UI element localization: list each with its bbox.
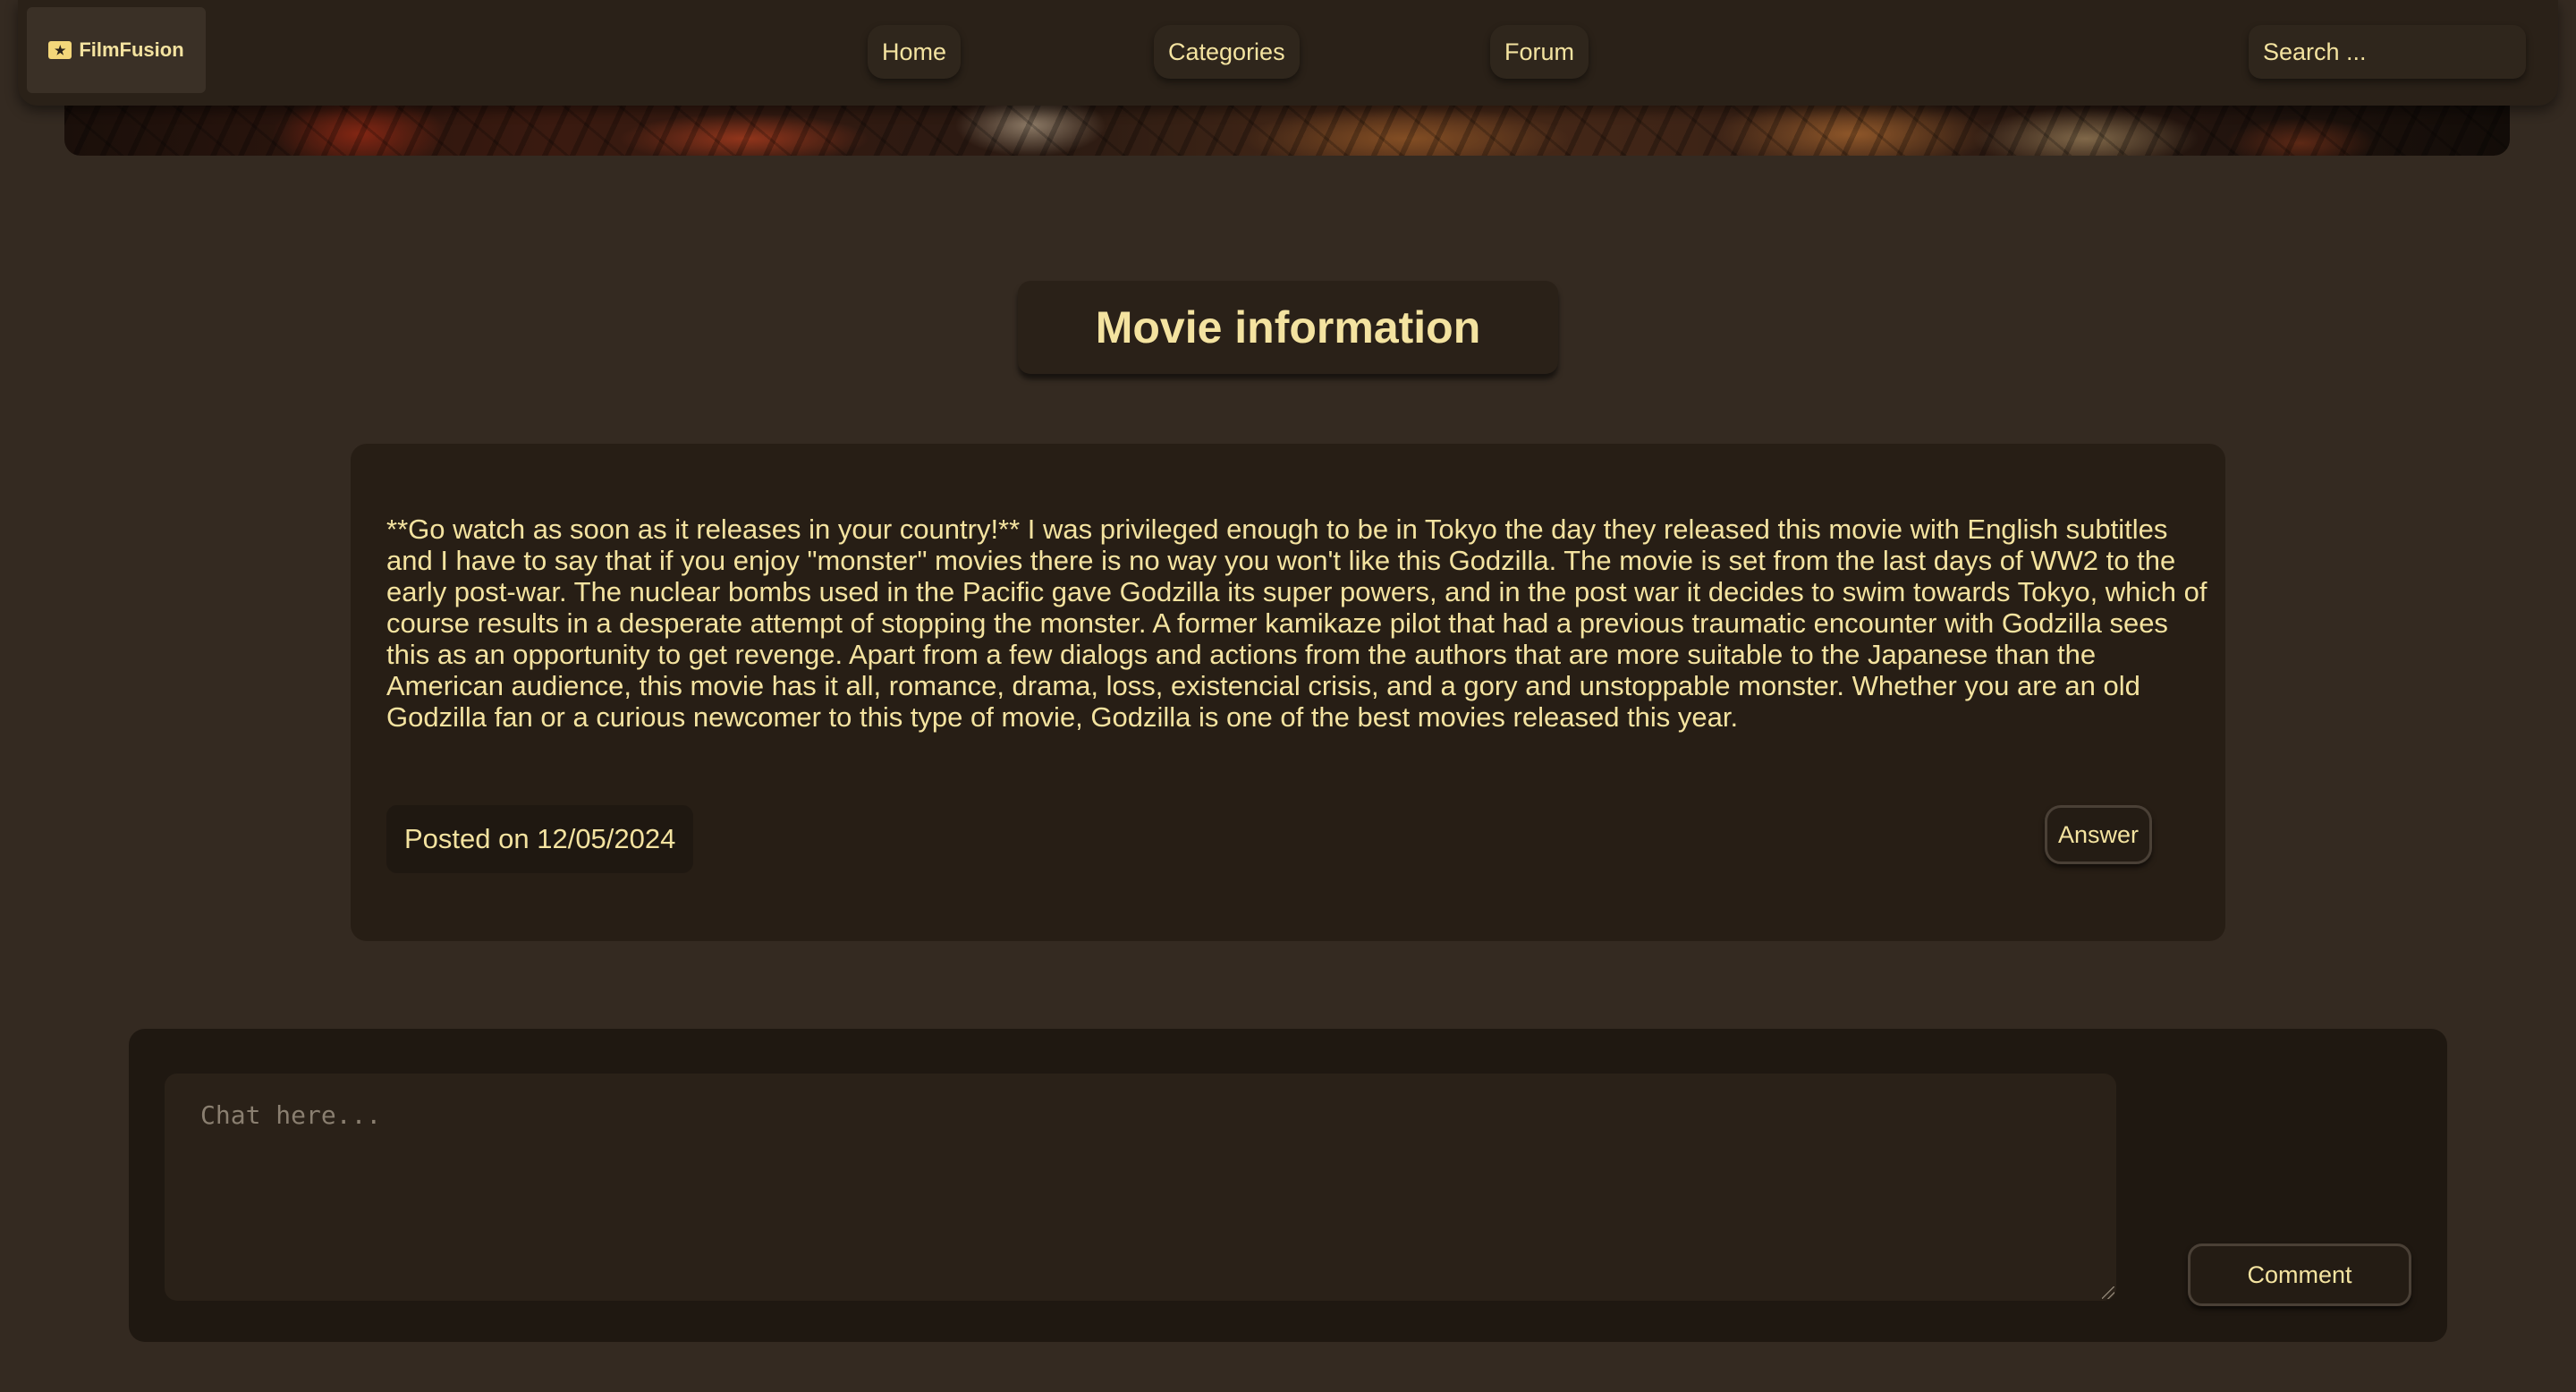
posted-date: Posted on 12/05/2024 [386, 805, 694, 873]
chat-input[interactable] [165, 1074, 2116, 1301]
site-logo[interactable]: ★ FilmFusion [27, 7, 206, 93]
review-card: **Go watch as soon as it releases in you… [351, 444, 2225, 941]
nav-home[interactable]: Home [868, 25, 962, 79]
search-input[interactable] [2249, 25, 2526, 79]
ticket-icon: ★ [48, 41, 72, 59]
nav-forum[interactable]: Forum [1490, 25, 1589, 79]
resize-grip-icon[interactable] [2102, 1286, 2114, 1299]
nav-categories[interactable]: Categories [1154, 25, 1300, 79]
top-navbar: ★ FilmFusion Home Categories Forum [18, 0, 2558, 106]
review-text: **Go watch as soon as it releases in you… [386, 514, 2207, 733]
site-logo-text: FilmFusion [79, 38, 184, 61]
comment-button[interactable]: Comment [2188, 1243, 2411, 1306]
answer-button[interactable]: Answer [2045, 805, 2152, 864]
page-title: Movie information [1018, 281, 1558, 374]
comment-panel: Comment [129, 1029, 2447, 1342]
